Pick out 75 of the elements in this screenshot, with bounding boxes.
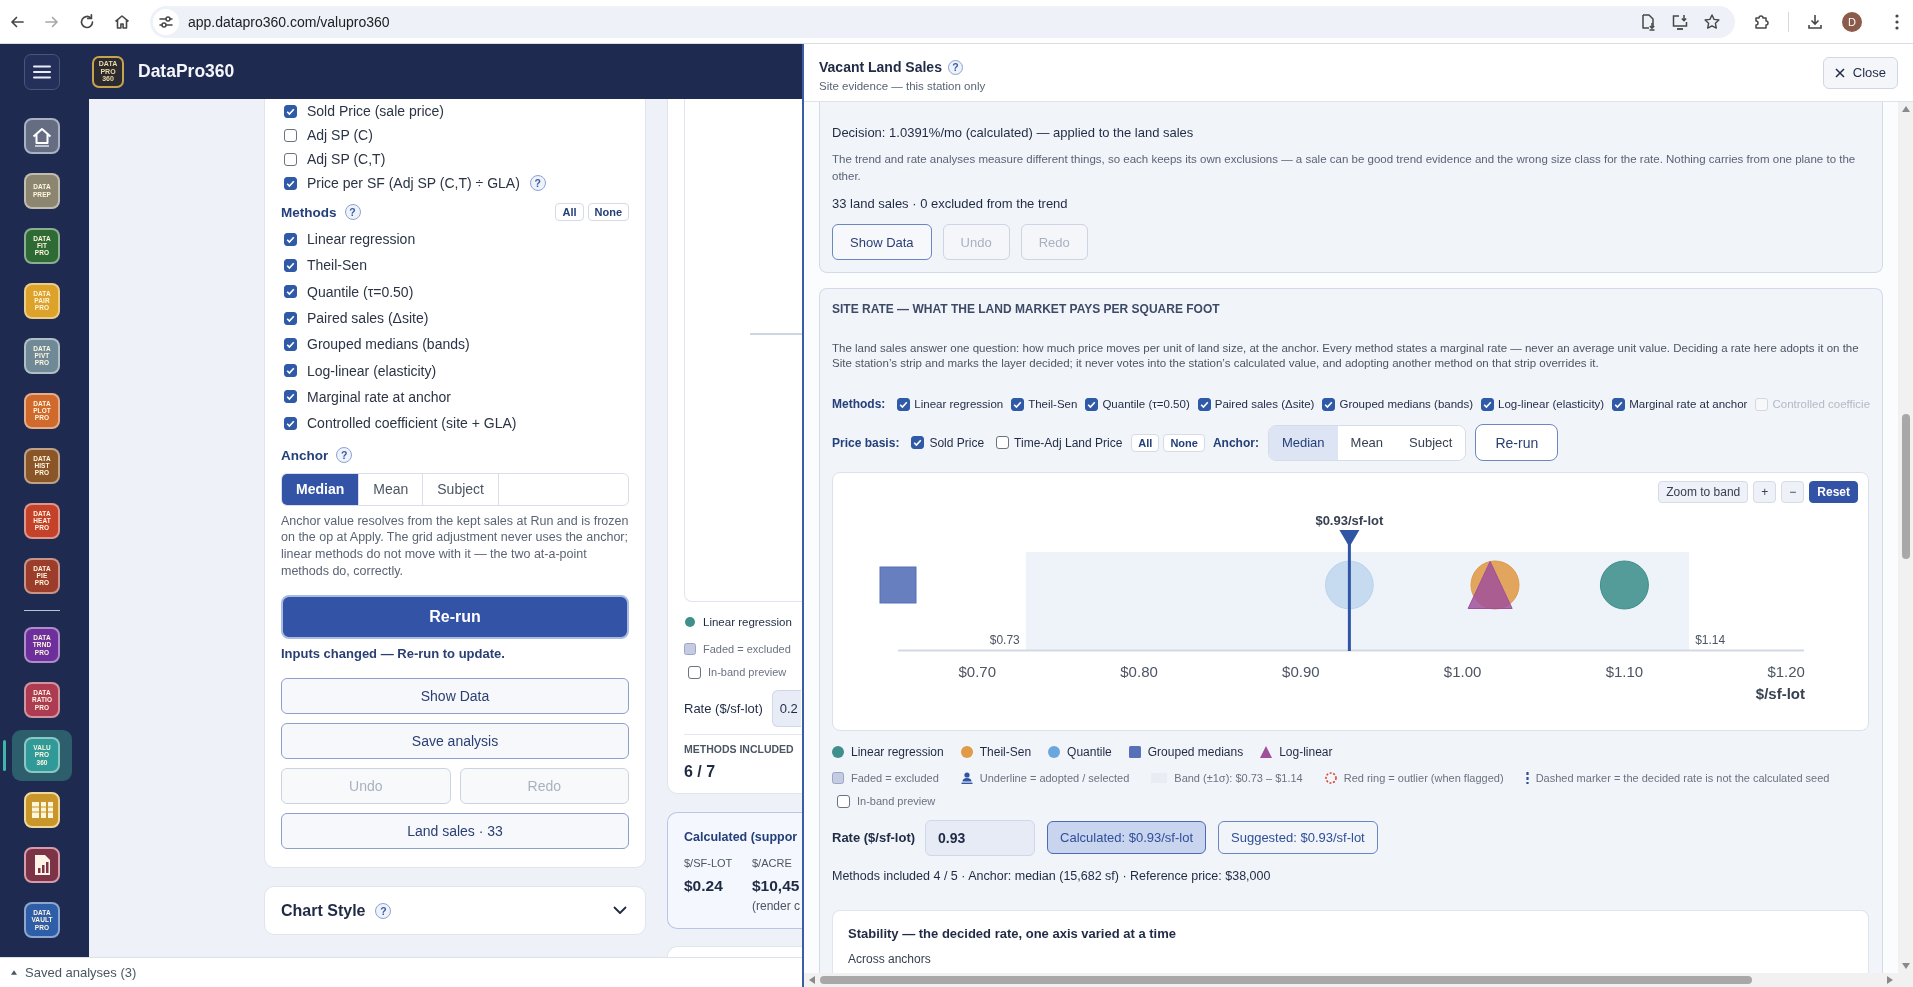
checkbox-label: Paired sales (Δsite) xyxy=(1214,398,1315,410)
stat-value: $0.24 xyxy=(684,875,724,896)
section-title: Anchor xyxy=(281,447,329,463)
checkbox-label: Controlled coefficie xyxy=(1772,398,1871,410)
tick-label: $1.10 xyxy=(1605,663,1644,680)
key-label: Dashed marker = the decided rate is not the calculated seed xyxy=(1535,772,1830,784)
tick-label: $0.80 xyxy=(1120,663,1158,680)
axis-title: $/sf-lot xyxy=(1755,685,1805,702)
legend-label: Theil-Sen xyxy=(979,745,1032,759)
band-label: $0.73 xyxy=(989,633,1020,647)
field-label: Rate ($/sf-lot) xyxy=(684,701,763,716)
checkbox-label: Time-Adj Land Price xyxy=(1014,435,1123,450)
row-label: Price basis: xyxy=(832,435,900,450)
stat-note: (render c xyxy=(752,898,801,913)
checkbox-label: Log-linear (elasticity) xyxy=(307,362,437,379)
key-label: Underline = adopted / selected xyxy=(979,772,1130,784)
checkbox-label: Theil-Sen xyxy=(307,257,367,274)
row-label: Anchor: xyxy=(1212,435,1259,450)
legend-label: Log-linear xyxy=(1279,745,1333,759)
section-intro: The land sales answer one question: how much price moves per unit of land size, at the anchor. Every method states a marginal rate — never an average unit value. Deciding a rate here adopts it on the Site station’s strip and marks the layer decided; it never votes into the station’s calculated value, and adopting another method on that strip overrides it. xyxy=(832,340,1860,371)
drawer-subtitle: Site evidence — this station only xyxy=(819,79,986,93)
legend-label: Linear regression xyxy=(851,745,944,759)
card-title: Stability — the decided rate, one axis varied at a time xyxy=(848,924,1177,943)
stat-label: $/ACRE xyxy=(752,855,793,870)
card-title: Calculated (suppor xyxy=(684,828,799,846)
checkbox-label: In-band preview xyxy=(708,666,787,678)
card-subtitle: Across anchors xyxy=(848,950,932,967)
stat-label: $/SF-LOT xyxy=(684,855,734,870)
checkbox-label: Paired sales (Δsite) xyxy=(307,310,429,327)
checkbox-label: Theil-Sen xyxy=(1028,398,1078,410)
checkbox-label: Log-linear (elasticity) xyxy=(1498,398,1605,410)
checkbox-label: Price per SF (Adj SP (C,T) ÷ GLA) xyxy=(307,175,520,191)
checkbox-label: Grouped medians (bands) xyxy=(307,336,470,353)
summary-text: Methods included 4 / 5 · Anchor: median (15,682 sf) · Reference price: $38,000 xyxy=(832,867,1272,885)
checkbox-label: Marginal rate at anchor xyxy=(307,388,451,405)
stat-label: METHODS INCLUDED xyxy=(684,741,795,756)
field-label: Rate ($/sf-lot) xyxy=(832,830,916,845)
status-message: Inputs changed — Re-run to update. xyxy=(281,645,506,664)
legend-label: Linear regression xyxy=(703,616,792,628)
key-label: Faded = excluded xyxy=(851,772,939,784)
stat-value: 6 / 7 xyxy=(684,761,717,782)
checkbox-label: Sold Price (sale price) xyxy=(307,103,444,119)
sales-count: 33 land sales · 0 excluded from the trend xyxy=(832,195,1069,213)
legend-label: Faded = excluded xyxy=(703,643,791,655)
checkbox-label: Controlled coefficient (site + GLA) xyxy=(307,415,517,432)
section-title: SITE RATE — WHAT THE LAND MARKET PAYS PER SQUARE FOOT xyxy=(832,301,1221,317)
checkbox-label: Adj SP (C) xyxy=(307,127,373,143)
checkbox-label: Marginal rate at anchor xyxy=(1629,398,1748,410)
drawer-title: Vacant Land Sales xyxy=(819,59,942,75)
checkbox-label: Linear regression xyxy=(307,231,416,248)
checkbox-label: Grouped medians (bands) xyxy=(1339,398,1474,410)
checkbox-label: Sold Price xyxy=(929,435,985,450)
checkbox-label: Quantile (τ=0.50) xyxy=(1102,398,1190,410)
section-title: Methods xyxy=(281,204,337,220)
stat-value: $10,45 xyxy=(752,875,801,896)
legend-label: Grouped medians xyxy=(1147,745,1244,759)
tick-label: $0.70 xyxy=(958,663,997,680)
checkbox-label: In-band preview xyxy=(857,795,936,807)
decision-text: Decision: 1.0391%/mo (calculated) — applied to the land sales xyxy=(832,124,1195,142)
key-label: Red ring = outlier (when flagged) xyxy=(1343,772,1504,784)
trend-note: The trend and rate analyses measure different things, so each keeps its own exclusions — a sale can be good trend evidence and the wrong size class for the rate. Nothing carries from one plane to the other. xyxy=(832,151,1857,184)
checkbox-label: Adj SP (C,T) xyxy=(307,151,386,167)
tick-label: $0.90 xyxy=(1282,663,1320,680)
tick-label: $1.20 xyxy=(1767,663,1805,680)
marker-label: $0.93/sf-lot xyxy=(1315,513,1384,528)
key-label: Band (±1σ): $0.73 – $1.14 xyxy=(1174,772,1303,784)
tick-label: $1.00 xyxy=(1443,663,1482,680)
app-title: DataPro360 xyxy=(138,61,235,82)
band-label: $1.14 xyxy=(1695,633,1726,647)
row-label: Methods: xyxy=(832,397,886,411)
checkbox-label: Quantile (τ=0.50) xyxy=(307,283,414,300)
checkbox-label: Linear regression xyxy=(914,398,1004,410)
legend-label: Quantile xyxy=(1067,745,1112,759)
anchor-note: Anchor value resolves from the kept sales at Run and is frozen on the op at Apply. The grid adjustment never uses the anchor; linear methods do not move with it — the two at-a-point methods do, correctly. xyxy=(281,512,629,580)
card-title: Chart Style xyxy=(281,901,366,920)
